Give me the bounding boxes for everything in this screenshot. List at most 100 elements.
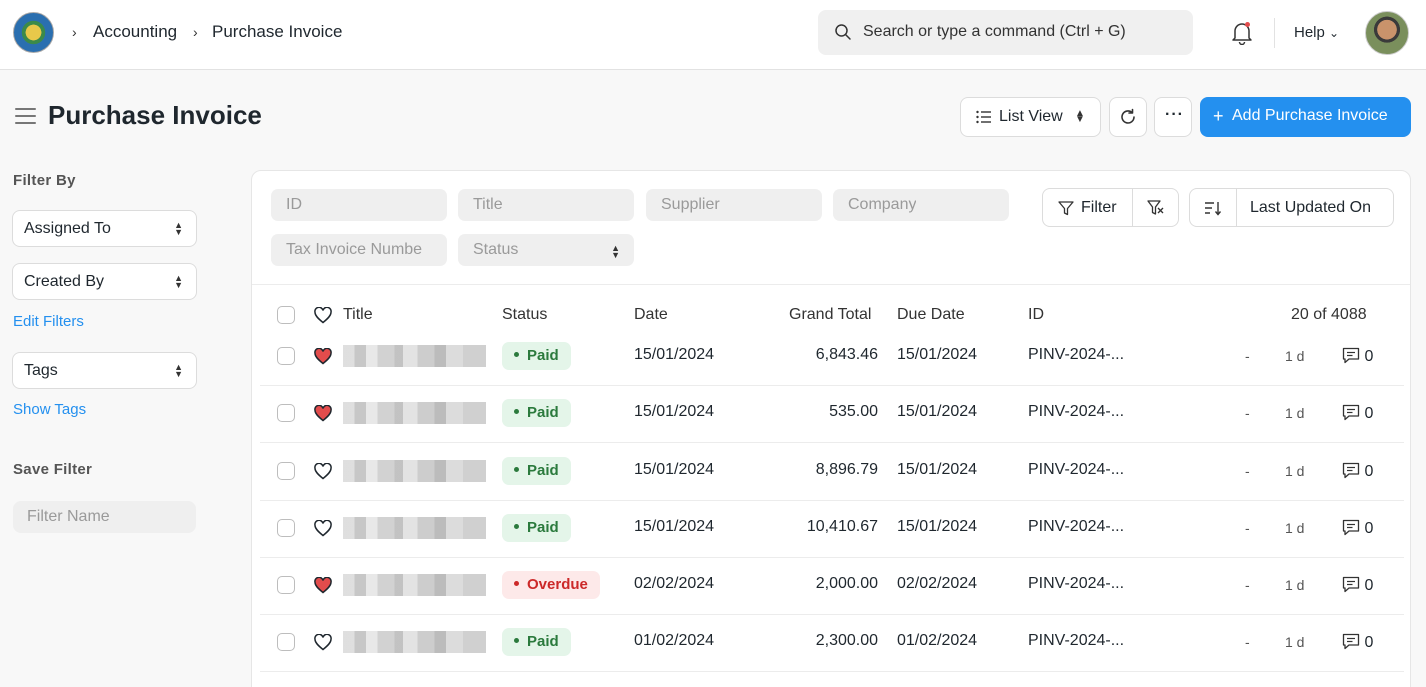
id-filter-placeholder: ID [286, 196, 302, 213]
filter-name-input[interactable]: Filter Name [13, 501, 196, 533]
search-bar[interactable]: Search or type a command (Ctrl + G) [818, 10, 1193, 55]
due-date-cell: 15/01/2024 [897, 346, 978, 363]
comments-count[interactable]: 0 [1342, 576, 1373, 595]
column-grand-total-header[interactable]: Grand Total [789, 306, 871, 324]
select-all-checkbox[interactable] [277, 306, 295, 324]
date-cell: 15/01/2024 [634, 461, 715, 478]
list-view-button[interactable]: List View ▲ ▼ [960, 97, 1101, 137]
row-checkbox[interactable] [277, 576, 295, 594]
sidebar-toggle-icon[interactable] [15, 108, 36, 129]
comments-count[interactable]: 0 [1342, 519, 1373, 538]
save-filter-heading: Save Filter [13, 461, 93, 478]
comments-count[interactable]: 0 [1342, 633, 1373, 652]
show-tags-link[interactable]: Show Tags [13, 401, 86, 418]
redacted-title[interactable] [343, 517, 486, 539]
status-badge[interactable]: Paid [502, 457, 571, 485]
status-dot [514, 466, 519, 472]
comments-count[interactable]: 0 [1342, 404, 1373, 423]
heart-outline-icon[interactable] [314, 634, 332, 651]
heart-outline-icon[interactable] [314, 520, 332, 537]
redacted-title[interactable] [343, 345, 486, 367]
comment-icon [1342, 519, 1360, 536]
select-chevron-icon: ▲ ▼ [611, 243, 620, 260]
user-avatar[interactable] [1365, 11, 1409, 55]
grand-total-cell: 8,896.79 [815, 461, 878, 478]
status-filter-placeholder: Status [473, 241, 519, 258]
edit-filters-link[interactable]: Edit Filters [13, 313, 84, 330]
sort-order-icon[interactable] [1204, 201, 1222, 216]
more-actions-button[interactable]: ··· [1154, 97, 1192, 137]
heart-outline-icon[interactable] [314, 463, 332, 480]
select-chevron-icon: ▲ ▼ [174, 362, 183, 379]
sort-by-label[interactable]: Last Updated On [1250, 199, 1371, 217]
filter-button-label[interactable]: Filter [1081, 199, 1117, 217]
filter-icon[interactable] [1058, 201, 1074, 216]
status-dot [514, 523, 519, 529]
tax-invoice-filter-placeholder: Tax Invoice Numbe [286, 241, 423, 258]
column-status-header[interactable]: Status [502, 306, 547, 324]
assigned-cell: - [1245, 405, 1250, 421]
comments-count-label: 0 [1364, 348, 1374, 365]
row-checkbox[interactable] [277, 633, 295, 651]
column-id-header[interactable]: ID [1028, 306, 1044, 324]
created-by-select[interactable]: Created By ▲ ▼ [12, 263, 197, 300]
status-badge[interactable]: Paid [502, 514, 571, 542]
id-cell[interactable]: PINV-2024-... [1028, 461, 1124, 479]
row-checkbox[interactable] [277, 347, 295, 365]
heart-outline-icon[interactable] [314, 307, 332, 324]
heart-filled-icon[interactable] [314, 577, 332, 594]
comments-count[interactable]: 0 [1342, 347, 1373, 366]
modified-cell: 1 d [1285, 348, 1305, 364]
status-badge[interactable]: Paid [502, 628, 571, 656]
column-date-header[interactable]: Date [634, 306, 668, 324]
comment-icon [1342, 462, 1360, 479]
breadcrumb-purchase-invoice[interactable]: Purchase Invoice [212, 22, 342, 42]
clear-filter-icon[interactable] [1147, 200, 1165, 216]
status-label: Paid [527, 404, 559, 421]
status-filter-select[interactable]: Status ▲ ▼ [458, 234, 634, 266]
redacted-title[interactable] [343, 631, 486, 653]
row-checkbox[interactable] [277, 519, 295, 537]
title-filter-input[interactable]: Title [458, 189, 634, 221]
column-title-header[interactable]: Title [343, 306, 373, 324]
company-filter-input[interactable]: Company [833, 189, 1009, 221]
refresh-button[interactable] [1109, 97, 1147, 137]
filter-name-placeholder: Filter Name [27, 508, 110, 525]
due-date-cell: 02/02/2024 [897, 575, 978, 592]
tax-invoice-filter-input[interactable]: Tax Invoice Numbe [271, 234, 447, 266]
date-cell: 15/01/2024 [634, 518, 715, 535]
grand-total-cell: 2,000.00 [815, 575, 878, 592]
due-date-cell: 15/01/2024 [897, 403, 978, 420]
navbar-divider [1274, 18, 1275, 48]
help-menu[interactable]: Help ⌄ [1294, 24, 1339, 41]
heart-filled-icon[interactable] [314, 405, 332, 422]
app-logo[interactable] [13, 12, 54, 53]
filter-button-group: Filter [1042, 188, 1179, 227]
id-cell[interactable]: PINV-2024-... [1028, 518, 1124, 536]
redacted-title[interactable] [343, 574, 486, 596]
tags-select[interactable]: Tags ▲ ▼ [12, 352, 197, 389]
record-count: 20 of 4088 [1291, 306, 1367, 323]
breadcrumb-accounting[interactable]: Accounting [93, 22, 177, 42]
status-badge[interactable]: Overdue [502, 571, 600, 599]
assigned-to-select[interactable]: Assigned To ▲ ▼ [12, 210, 197, 247]
column-due-date-header[interactable]: Due Date [897, 306, 965, 324]
redacted-title[interactable] [343, 402, 486, 424]
heart-filled-icon[interactable] [314, 348, 332, 365]
modified-cell: 1 d [1285, 405, 1305, 421]
id-cell[interactable]: PINV-2024-... [1028, 403, 1124, 421]
add-purchase-invoice-button[interactable]: + Add Purchase Invoice [1200, 97, 1411, 137]
id-cell[interactable]: PINV-2024-... [1028, 632, 1124, 650]
status-badge[interactable]: Paid [502, 342, 571, 370]
comments-count[interactable]: 0 [1342, 462, 1373, 481]
row-checkbox[interactable] [277, 462, 295, 480]
supplier-filter-input[interactable]: Supplier [646, 189, 822, 221]
refresh-icon [1121, 108, 1135, 124]
redacted-title[interactable] [343, 460, 486, 482]
id-filter-input[interactable]: ID [271, 189, 447, 221]
row-checkbox[interactable] [277, 404, 295, 422]
id-cell[interactable]: PINV-2024-... [1028, 346, 1124, 364]
select-chevron-icon: ▲ ▼ [174, 220, 183, 237]
status-badge[interactable]: Paid [502, 399, 571, 427]
id-cell[interactable]: PINV-2024-... [1028, 575, 1124, 593]
